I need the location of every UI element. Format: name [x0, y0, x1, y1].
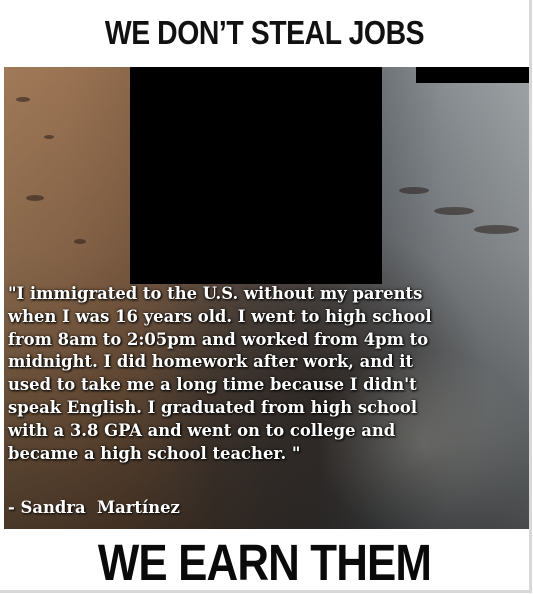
- quote-line: when I was 16 years old. I went to high …: [8, 306, 432, 326]
- photo-detail: [16, 97, 30, 102]
- meme-frame: WE DON’T STEAL JOBS "I immigrated to the…: [0, 0, 532, 593]
- quote-line: from 8am to 2:05pm and worked from 4pm t…: [8, 329, 429, 349]
- photo-detail: [44, 135, 54, 139]
- quote-line: used to take me a long time because I di…: [8, 375, 417, 395]
- photo-detail: [26, 195, 44, 201]
- quote-line: midnight. I did homework after work, and…: [8, 352, 414, 372]
- redaction-box-small: [416, 67, 529, 83]
- background-photo: "I immigrated to the U.S. without my par…: [4, 67, 529, 529]
- photo-detail: [399, 187, 429, 194]
- quote-line: "I immigrated to the U.S. without my par…: [8, 284, 423, 303]
- photo-detail: [474, 225, 519, 234]
- photo-detail: [434, 207, 474, 215]
- bottom-headline: WE EARN THEM: [97, 534, 432, 591]
- quote-line: became a high school teacher. ": [8, 443, 301, 463]
- quote-attribution: - Sandra Martínez: [8, 498, 180, 517]
- quote-line: with a 3.8 GPA and went on to college an…: [8, 420, 396, 440]
- quote-line: speak English. I graduated from high sch…: [8, 397, 418, 417]
- quote-text: "I immigrated to the U.S. without my par…: [8, 283, 528, 465]
- photo-detail: [74, 239, 86, 244]
- redaction-box: [130, 67, 382, 284]
- top-headline: WE DON’T STEAL JOBS: [104, 14, 425, 51]
